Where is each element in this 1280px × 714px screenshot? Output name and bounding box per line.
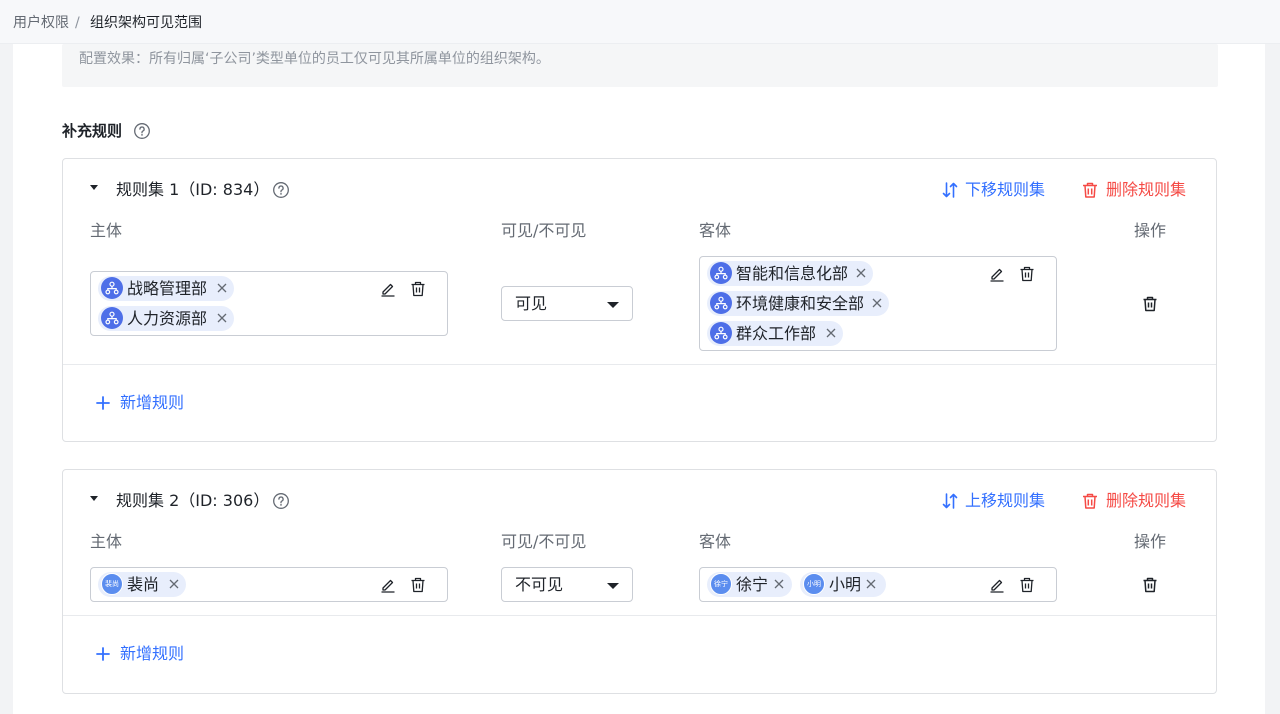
user-avatar: 小明	[803, 573, 825, 595]
tag-label: 小明	[829, 575, 862, 594]
ruleset-title: 规则集 1（ID: 834）	[116, 180, 270, 199]
org-tag: 群众工作部	[707, 321, 843, 346]
ruleset-1: 规则集 1（ID: 834） 下移规则集 删除规则集 主体 可见/不可见 客体 …	[62, 158, 1217, 442]
avatar-initials: 小明	[807, 580, 821, 588]
tag-label: 环境健康和安全部	[736, 294, 865, 313]
help-icon[interactable]	[133, 122, 151, 140]
tag-label: 智能和信息化部	[736, 264, 849, 283]
column-header-subject: 主体	[90, 221, 123, 240]
object-selector[interactable]: 智能和信息化部 环境健康和安全部 群众工作部	[699, 256, 1057, 351]
divider	[63, 615, 1216, 616]
column-header-object: 客体	[699, 221, 732, 240]
close-icon[interactable]	[865, 578, 877, 590]
help-icon[interactable]	[272, 492, 290, 510]
edit-icon[interactable]	[989, 577, 1005, 593]
user-avatar: 徐宁	[710, 573, 732, 595]
user-tag: 小明 小明	[800, 572, 886, 597]
visibility-select[interactable]: 可见	[501, 286, 633, 321]
visibility-value: 不可见	[515, 575, 564, 594]
config-effect-text: 配置效果：所有归属‘子公司’类型单位的员工仅可见其所属单位的组织架构。	[79, 51, 550, 67]
org-avatar-icon	[101, 307, 123, 329]
content-panel: 配置效果：所有归属‘子公司’类型单位的员工仅可见其所属单位的组织架构。 补充规则…	[13, 44, 1265, 714]
move-ruleset-label: 上移规则集	[965, 491, 1046, 510]
close-icon[interactable]	[216, 312, 228, 324]
org-avatar-icon	[101, 277, 123, 299]
trash-icon[interactable]	[1019, 266, 1035, 282]
org-tag: 人力资源部	[98, 306, 234, 331]
add-rule-label: 新增规则	[120, 644, 185, 663]
ruleset-title: 规则集 2（ID: 306）	[116, 491, 270, 510]
tag-label: 群众工作部	[736, 324, 817, 343]
delete-rule-icon[interactable]	[1142, 577, 1158, 593]
ruleset-2: 规则集 2（ID: 306） 上移规则集 删除规则集 主体 可见/不可见 客体 …	[62, 469, 1217, 694]
close-icon[interactable]	[773, 578, 785, 590]
divider	[63, 364, 1216, 365]
dropdown-arrow-icon	[607, 302, 619, 308]
breadcrumb-separator: /	[75, 15, 80, 31]
close-icon[interactable]	[216, 282, 228, 294]
add-rule-label: 新增规则	[120, 393, 185, 412]
collapse-caret-icon[interactable]	[90, 496, 98, 501]
close-icon[interactable]	[855, 267, 867, 279]
user-tag: 裴尚 裴尚	[98, 572, 186, 597]
column-header-operation: 操作	[1134, 532, 1167, 551]
edit-icon[interactable]	[989, 266, 1005, 282]
tag-label: 战略管理部	[127, 279, 208, 298]
section-title: 补充规则	[62, 122, 123, 140]
breadcrumb-parent[interactable]: 用户权限	[13, 14, 69, 32]
trash-icon[interactable]	[410, 577, 426, 593]
column-header-operation: 操作	[1134, 221, 1167, 240]
org-avatar-icon	[710, 322, 732, 344]
org-avatar-icon	[710, 292, 732, 314]
visibility-value: 可见	[515, 294, 548, 313]
trash-icon[interactable]	[410, 281, 426, 297]
trash-icon	[1083, 493, 1097, 509]
edit-icon[interactable]	[380, 281, 396, 297]
edit-icon[interactable]	[380, 577, 396, 593]
user-avatar: 裴尚	[101, 573, 123, 595]
help-icon[interactable]	[272, 181, 290, 199]
subject-selector[interactable]: 裴尚 裴尚	[90, 567, 448, 602]
column-header-visibility: 可见/不可见	[501, 532, 587, 551]
avatar-initials: 裴尚	[105, 580, 119, 588]
delete-rule-icon[interactable]	[1142, 296, 1158, 312]
column-header-subject: 主体	[90, 532, 123, 551]
org-avatar-icon	[710, 262, 732, 284]
sort-arrows-icon	[942, 493, 958, 509]
config-effect-box: 配置效果：所有归属‘子公司’类型单位的员工仅可见其所属单位的组织架构。	[62, 44, 1218, 87]
trash-icon	[1083, 182, 1097, 198]
delete-ruleset-label: 删除规则集	[1106, 180, 1187, 199]
avatar-initials: 徐宁	[714, 580, 728, 588]
sort-arrows-icon	[942, 182, 958, 198]
user-tag: 徐宁 徐宁	[707, 572, 792, 597]
close-icon[interactable]	[871, 297, 883, 309]
column-header-visibility: 可见/不可见	[501, 221, 587, 240]
collapse-caret-icon[interactable]	[90, 185, 98, 190]
tag-label: 裴尚	[127, 575, 160, 594]
object-selector[interactable]: 徐宁 徐宁 小明 小明	[699, 567, 1057, 602]
plus-icon	[96, 396, 110, 410]
trash-icon[interactable]	[1019, 577, 1035, 593]
org-tag: 智能和信息化部	[707, 261, 873, 286]
visibility-select[interactable]: 不可见	[501, 567, 633, 602]
top-bar: 用户权限 / 组织架构可见范围	[0, 0, 1280, 44]
ruleset-header: 规则集 2（ID: 306） 上移规则集 删除规则集	[63, 470, 1216, 530]
move-ruleset-label: 下移规则集	[965, 180, 1046, 199]
plus-icon	[96, 647, 110, 661]
subject-selector[interactable]: 战略管理部 人力资源部	[90, 271, 448, 336]
dropdown-arrow-icon	[607, 583, 619, 589]
org-tag: 战略管理部	[98, 276, 234, 301]
ruleset-header: 规则集 1（ID: 834） 下移规则集 删除规则集	[63, 159, 1216, 219]
tag-label: 人力资源部	[127, 309, 208, 328]
column-header-object: 客体	[699, 532, 732, 551]
tag-label: 徐宁	[736, 575, 769, 594]
breadcrumb-current: 组织架构可见范围	[90, 15, 202, 31]
org-tag: 环境健康和安全部	[707, 291, 889, 316]
delete-ruleset-label: 删除规则集	[1106, 491, 1187, 510]
close-icon[interactable]	[825, 327, 837, 339]
close-icon[interactable]	[168, 578, 180, 590]
